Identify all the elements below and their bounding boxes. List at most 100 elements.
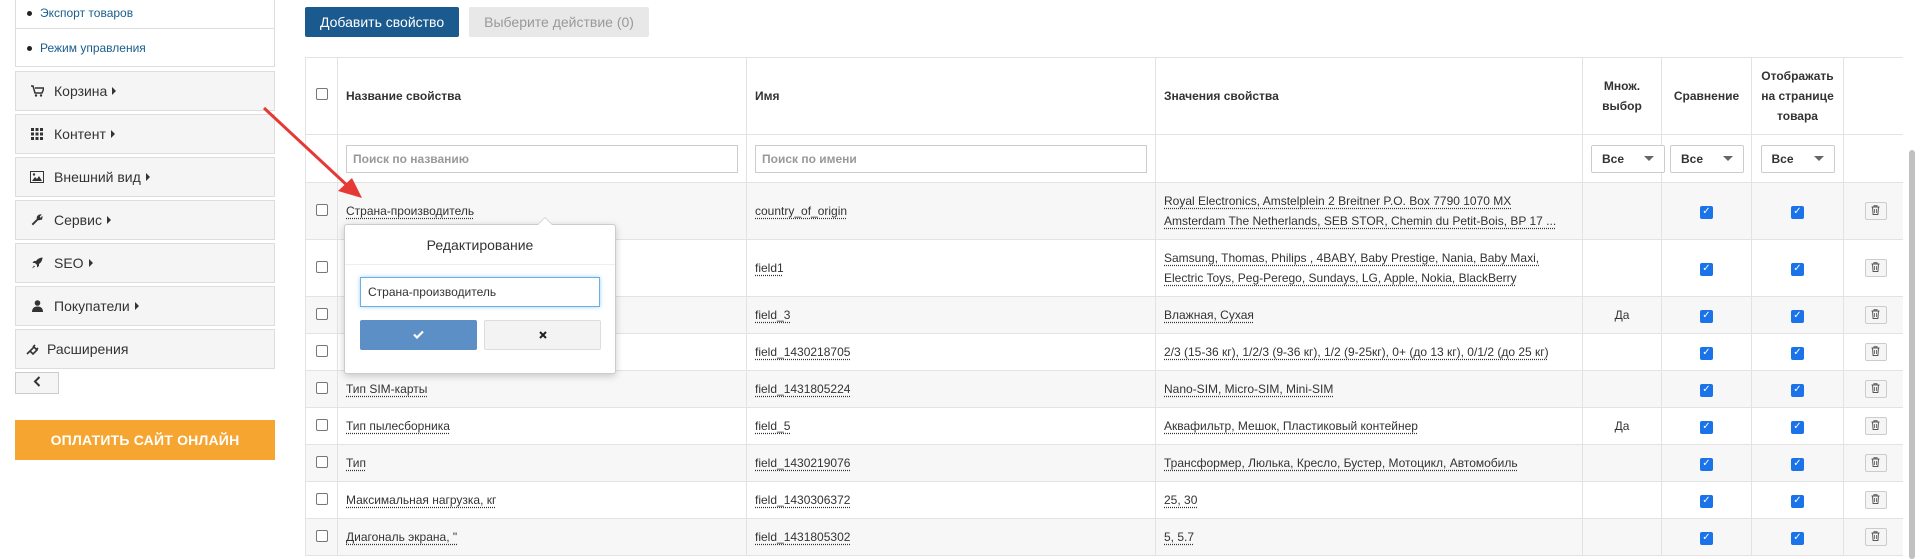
property-values-link[interactable]: Аквафильтр, Мешок, Пластиковый контейнер [1164,419,1418,433]
delete-button[interactable] [1864,343,1887,361]
row-checkbox[interactable] [315,344,328,357]
property-code-link[interactable]: field_1430218705 [755,345,850,359]
property-code-cell: field_1430219076 [746,444,1156,482]
property-values-link[interactable]: Samsung, Thomas, Philips , 4BABY, Baby P… [1164,251,1539,285]
sidebar-item-extensions[interactable]: Расширения [15,329,275,369]
sidebar-item-seo[interactable]: SEO [15,243,275,283]
show-on-page-checkbox[interactable]: ✓ [1791,420,1804,434]
sidebar-item-customers[interactable]: Покупатели [15,286,275,326]
property-values-link[interactable]: Royal Electronics, Amstelplein 2 Breitne… [1164,194,1556,228]
property-code-link[interactable]: field_1431805302 [755,530,850,544]
property-name-cell: Тип SIM-карты [337,370,747,408]
compare-checkbox[interactable]: ✓ [1700,346,1713,360]
sidebar-subitem-export[interactable]: Экспорт товаров [16,0,274,29]
row-checkbox[interactable] [315,418,328,431]
edit-cancel-button[interactable] [484,320,601,350]
property-name-link[interactable]: Максимальная нагрузка, кг [346,493,496,507]
property-code-link[interactable]: field1 [755,261,784,275]
sidebar-item-service[interactable]: Сервис [15,200,275,240]
delete-button[interactable] [1864,454,1887,472]
property-code-link[interactable]: field_1431805224 [755,382,850,396]
delete-button[interactable] [1864,417,1887,435]
compare-filter-select[interactable]: Все [1670,144,1744,173]
header-show-on-page: Отображать на странице товара [1751,57,1844,135]
compare-checkbox[interactable]: ✓ [1700,494,1713,508]
sidebar-subitem-manage-mode[interactable]: Режим управления [16,29,274,55]
property-name-link[interactable]: Тип [346,456,366,470]
property-name-link[interactable]: Тип SIM-карты [346,382,427,396]
sidebar-item-content[interactable]: Контент [15,114,275,154]
compare-checkbox[interactable]: ✓ [1700,262,1713,276]
multi-cell: Да [1582,407,1662,445]
toolbar: Добавить свойство Выберите действие (0) [305,7,649,37]
property-name-link[interactable]: Тип пылесборника [346,419,450,433]
delete-button[interactable] [1864,306,1887,324]
delete-button[interactable] [1864,491,1887,509]
row-checkbox[interactable] [315,203,328,216]
property-code-link[interactable]: field_5 [755,419,790,433]
delete-button[interactable] [1864,202,1887,220]
row-checkbox[interactable] [315,260,328,273]
scrollbar-thumb[interactable] [1909,150,1915,559]
property-name-link[interactable]: Страна-производитель [346,204,474,218]
property-values-link[interactable]: 5, 5.7 [1164,530,1194,544]
show-on-page-checkbox[interactable]: ✓ [1791,262,1804,276]
choose-action-button[interactable]: Выберите действие (0) [469,7,649,37]
multi-filter-select[interactable]: Все [1591,144,1665,173]
sidebar-item-cart[interactable]: Корзина [15,71,275,111]
row-select-cell [305,370,338,408]
show-on-page-checkbox[interactable]: ✓ [1791,457,1804,471]
delete-button[interactable] [1864,528,1887,546]
pay-site-online-button[interactable]: ОПЛАТИТЬ САЙТ ОНЛАЙН [15,420,275,460]
compare-checkbox[interactable]: ✓ [1700,383,1713,397]
row-checkbox[interactable] [315,381,328,394]
header-name[interactable]: Название свойства [337,57,747,135]
show-on-page-checkbox[interactable]: ✓ [1791,346,1804,360]
show-on-page-checkbox[interactable]: ✓ [1791,309,1804,323]
edit-confirm-button[interactable] [360,320,477,350]
header-code[interactable]: Имя [746,57,1156,135]
compare-checkbox[interactable]: ✓ [1700,531,1713,545]
sidebar-item-appearance[interactable]: Внешний вид [15,157,275,197]
compare-cell: ✓ [1661,370,1752,408]
multi-cell [1582,370,1662,408]
show-on-page-checkbox[interactable]: ✓ [1791,531,1804,545]
delete-button[interactable] [1864,380,1887,398]
property-code-link[interactable]: field_1430306372 [755,493,850,507]
property-code-link[interactable]: field_1430219076 [755,456,850,470]
property-code-link[interactable]: country_of_origin [755,204,847,218]
search-by-name-input[interactable]: Поиск по названию [346,144,738,173]
show-on-page-cell: ✓ [1751,518,1844,556]
property-values-link[interactable]: Трансформер, Люлька, Кресло, Бустер, Мот… [1164,456,1518,470]
property-code-link[interactable]: field_3 [755,308,790,322]
property-values-link[interactable]: Nano-SIM, Micro-SIM, Mini-SIM [1164,382,1333,396]
show-on-page-checkbox[interactable]: ✓ [1791,494,1804,508]
compare-checkbox[interactable]: ✓ [1700,309,1713,323]
search-by-code-input[interactable]: Поиск по имени [755,144,1147,173]
select-all-checkbox[interactable] [315,88,328,100]
show-on-page-cell: ✓ [1751,481,1844,519]
row-checkbox[interactable] [315,529,328,542]
add-property-button[interactable]: Добавить свойство [305,7,460,37]
caret-right-icon [106,216,111,224]
property-name-link[interactable]: Диагональ экрана, " [346,530,457,544]
show-on-page-checkbox[interactable]: ✓ [1791,205,1804,219]
property-values-link[interactable]: 25, 30 [1164,493,1197,507]
show-on-page-checkbox[interactable]: ✓ [1791,383,1804,397]
page-scrollbar[interactable] [1903,0,1920,559]
compare-checkbox[interactable]: ✓ [1700,205,1713,219]
compare-checkbox[interactable]: ✓ [1700,457,1713,471]
show-filter-select[interactable]: Все [1760,144,1835,173]
row-checkbox[interactable] [315,455,328,468]
sidebar-collapse-button[interactable] [15,372,59,394]
property-values-link[interactable]: Влажная, Сухая [1164,308,1254,322]
edit-name-input[interactable]: Страна-производитель [360,277,600,307]
compare-cell: ✓ [1661,182,1752,240]
show-on-page-cell: ✓ [1751,296,1844,334]
row-checkbox[interactable] [315,492,328,505]
row-checkbox[interactable] [315,307,328,320]
compare-checkbox[interactable]: ✓ [1700,420,1713,434]
property-values-link[interactable]: 2/3 (15-36 кг), 1/2/3 (9-36 кг), 1/2 (9-… [1164,345,1549,359]
filter-show-cell: Все [1751,134,1844,183]
delete-button[interactable] [1864,259,1887,277]
